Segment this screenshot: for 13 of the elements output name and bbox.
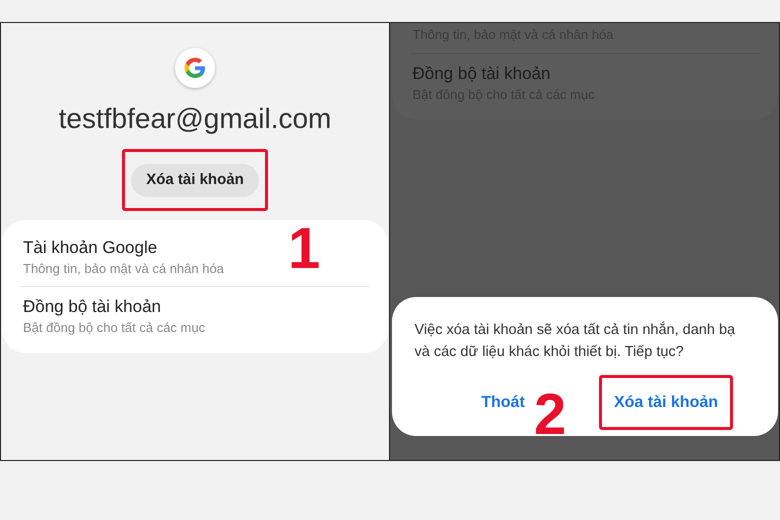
dialog-button[interactable]: Xóa tài khoản — [610, 390, 722, 414]
item-title: Đồng bộ tài khoản — [412, 63, 550, 85]
item-title: Đồng bộ tài khoản — [23, 296, 161, 318]
item-title: Tài khoản Google — [23, 237, 158, 259]
dialog-button[interactable]: Thoát — [477, 390, 529, 414]
dialog-message: Việc xóa tài khoản sẽ xóa tất cả tin nhắn, danh bạ và các dữ liệu khác khỏi thiết bị. Tiếp tục? — [414, 320, 736, 362]
account-email: testfbfear@gmail.com — [58, 102, 332, 136]
step-number: 2 — [534, 385, 566, 445]
item-subtitle: Thông tin, bảo mật và cá nhân hóa — [23, 260, 224, 278]
step-number: 1 — [288, 219, 320, 279]
google-logo-icon — [175, 48, 215, 88]
item-subtitle: Bật đồng bộ cho tất cả các mục — [23, 319, 206, 337]
remove-account-button[interactable]: Xóa tài khoản — [131, 164, 259, 196]
